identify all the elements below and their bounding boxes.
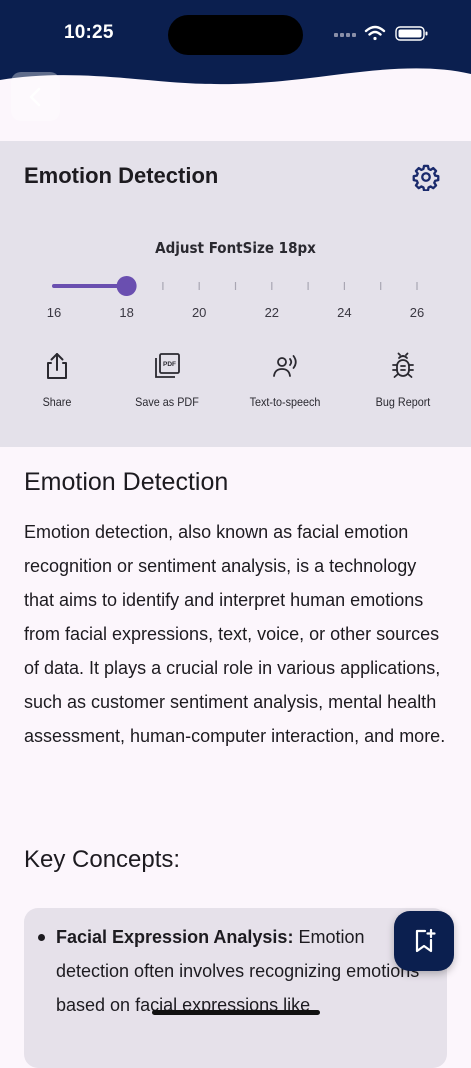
slider-tick — [416, 282, 418, 290]
bug-report-label: Bug Report — [375, 395, 431, 409]
status-icons — [334, 25, 428, 41]
text-to-speech-label: Text-to-speech — [249, 395, 321, 409]
article-title: Emotion Detection — [24, 468, 229, 496]
share-icon — [47, 353, 67, 379]
save-pdf-button[interactable]: PDF Save as PDF — [107, 351, 227, 409]
font-size-label: Adjust FontSize 18px — [155, 239, 316, 257]
chevron-left-icon — [29, 87, 40, 106]
bookmark-add-button[interactable] — [394, 911, 454, 971]
slider-tick — [380, 282, 382, 290]
dynamic-island — [168, 15, 303, 55]
pdf-icon: PDF — [155, 353, 180, 378]
article-body: Emotion detection, also known as facial … — [24, 522, 446, 746]
list-item: Facial Expression Analysis: Emotion dete… — [38, 920, 447, 1022]
bug-report-button[interactable]: Bug Report — [343, 351, 463, 409]
status-time: 10:25 — [64, 22, 114, 43]
concept-term: Facial Expression Analysis: — [56, 927, 294, 947]
save-pdf-label: Save as PDF — [135, 395, 199, 409]
text-to-speech-button[interactable]: Text-to-speech — [225, 351, 345, 409]
action-row: Share PDF Save as PDF Text-to-speech Bug… — [0, 351, 471, 421]
panel-title: Emotion Detection — [24, 163, 219, 188]
slider-tick — [307, 282, 309, 290]
slider-tick — [198, 282, 200, 290]
home-indicator — [152, 1010, 320, 1015]
share-button[interactable]: Share — [0, 351, 117, 409]
reader-settings-panel: Emotion Detection Adjust FontSize 18px 1… — [0, 141, 471, 447]
concepts-list: Facial Expression Analysis: Emotion dete… — [24, 908, 447, 1022]
article: Emotion Detection Emotion detection, als… — [24, 468, 450, 1068]
gear-icon[interactable] — [412, 163, 440, 191]
concepts-card: Facial Expression Analysis: Emotion dete… — [24, 908, 447, 1068]
svg-text:PDF: PDF — [163, 361, 176, 368]
speaker-icon — [273, 355, 297, 377]
bookmark-add-icon — [415, 928, 436, 953]
cellular-icon — [334, 33, 356, 37]
slider-tick-label: 24 — [337, 305, 351, 320]
back-button[interactable] — [11, 72, 60, 121]
battery-icon — [395, 26, 428, 41]
slider-tick — [162, 282, 164, 290]
share-label: Share — [42, 395, 72, 409]
font-size-slider[interactable]: 16 18 20 22 24 26 — [40, 273, 440, 333]
section-title: Key Concepts: — [24, 846, 181, 873]
slider-tick-label: 16 — [47, 305, 61, 320]
bug-icon — [392, 352, 414, 378]
slider-thumb[interactable] — [116, 276, 137, 296]
slider-tick — [343, 282, 345, 290]
slider-tick-label: 18 — [119, 305, 133, 320]
slider-tick — [271, 282, 273, 290]
wifi-icon — [364, 25, 386, 41]
slider-tick-label: 22 — [265, 305, 279, 320]
slider-tick-label: 26 — [410, 305, 424, 320]
slider-tick-label: 20 — [192, 305, 206, 320]
slider-tick — [234, 282, 237, 290]
